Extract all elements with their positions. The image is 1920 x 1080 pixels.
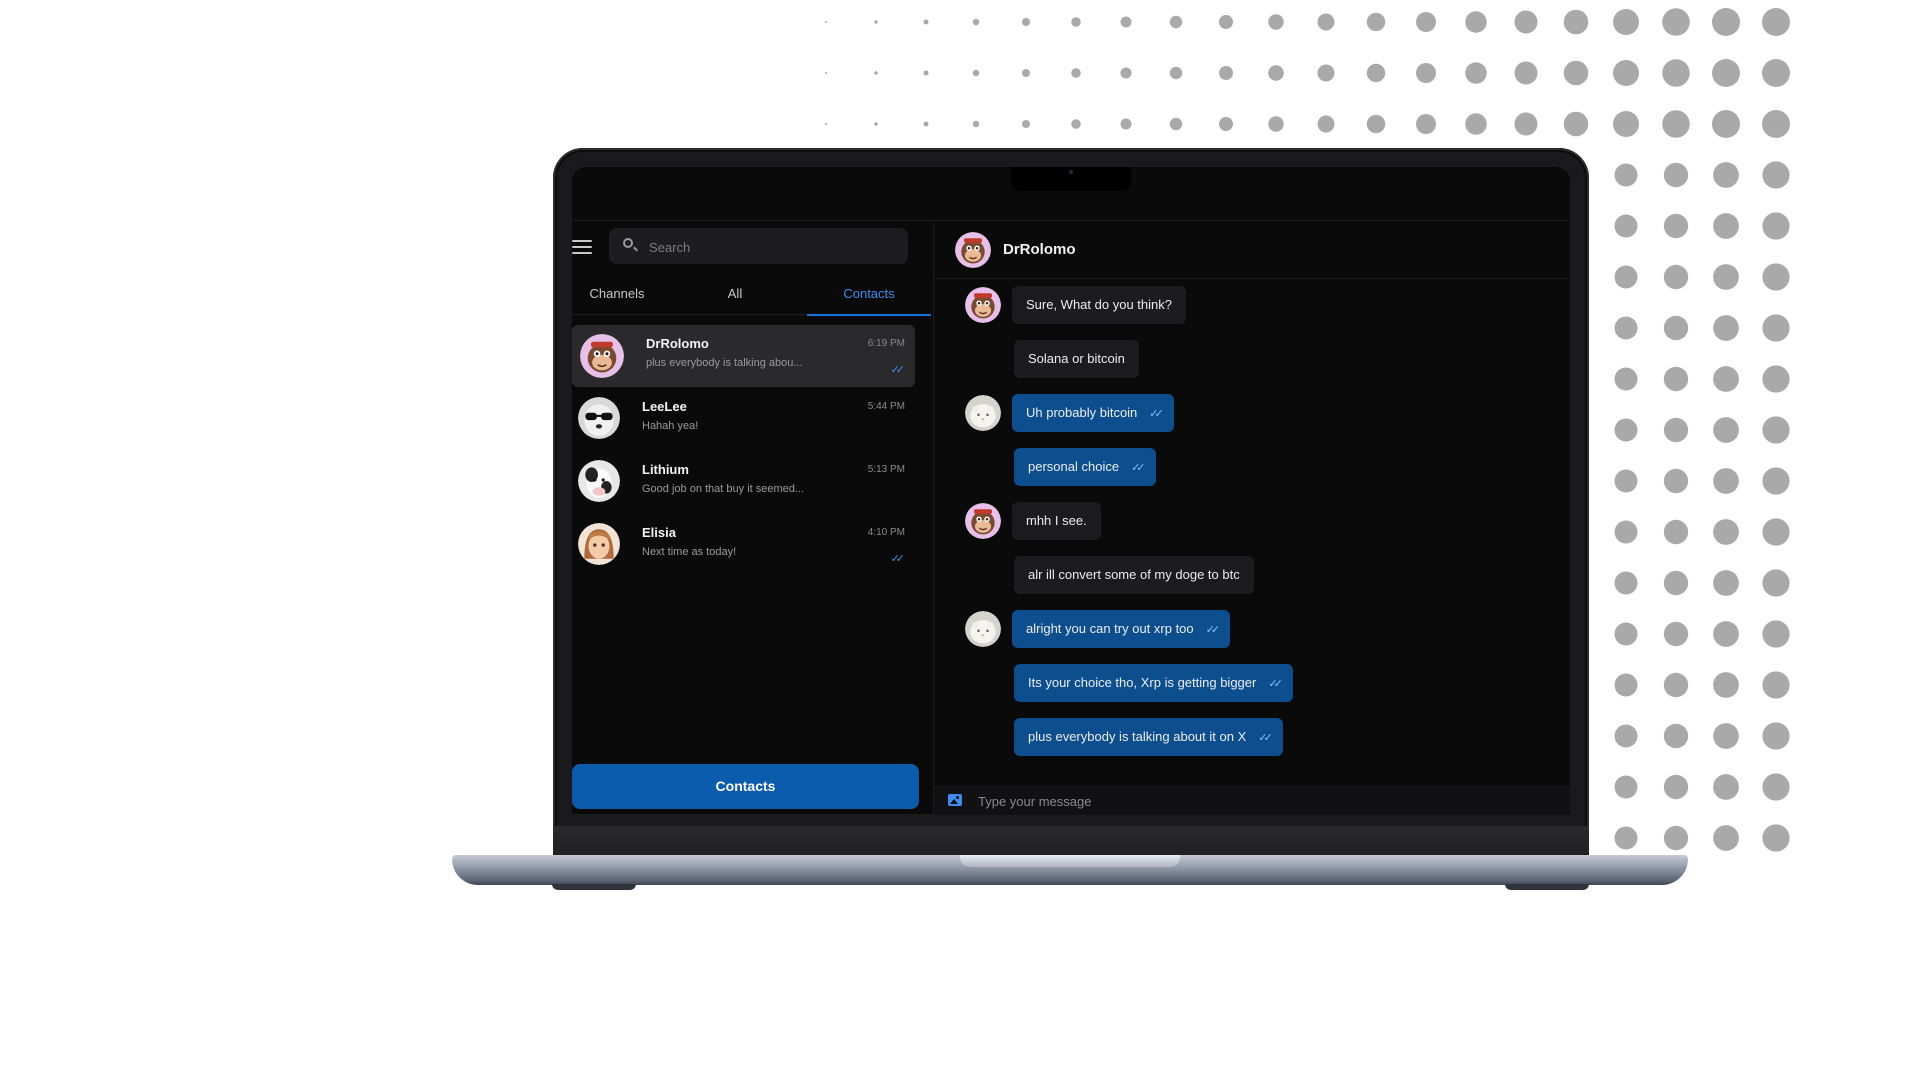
cat-avatar[interactable]: [965, 395, 1001, 431]
chat-header-divider: [934, 278, 1570, 279]
message-text: alright you can try out xrp too: [1026, 621, 1194, 636]
read-receipt-icon: ✓✓: [1149, 408, 1164, 420]
search-bar[interactable]: [609, 228, 908, 266]
incoming-message[interactable]: Solana or bitcoin: [1014, 340, 1139, 378]
contact-name: DrRolomo: [646, 336, 709, 351]
panel-divider: [933, 220, 934, 814]
read-receipt-icon: ✓✓: [1131, 462, 1146, 474]
chat-header-avatar[interactable]: [955, 232, 991, 268]
contact-preview: plus everybody is talking abou...: [646, 357, 803, 369]
contact-name: LeeLee: [642, 399, 687, 414]
message-text: Uh probably bitcoin: [1026, 405, 1138, 420]
contact-item[interactable]: Elisia Next time as today! 4:10 PM ✓✓: [572, 514, 915, 576]
message-text: mhh I see.: [1026, 513, 1087, 528]
contact-name: Lithium: [642, 462, 689, 477]
contact-preview: Next time as today!: [642, 546, 737, 558]
contact-preview: Hahah yea!: [642, 420, 699, 432]
contacts-button[interactable]: Contacts: [572, 764, 919, 809]
laptop-foot: [552, 884, 636, 890]
top-divider: [572, 220, 1570, 221]
lid-opening-notch: [960, 855, 1180, 867]
message-input[interactable]: [976, 787, 1540, 815]
tab-contacts[interactable]: Contacts: [807, 280, 931, 316]
incoming-message[interactable]: Sure, What do you think?: [1012, 286, 1186, 324]
hamburger-menu-icon[interactable]: [572, 240, 592, 256]
chat-header-name: DrRolomo: [1003, 241, 1076, 258]
camera-icon: [1069, 170, 1073, 174]
outgoing-message[interactable]: personal choice ✓✓: [1014, 448, 1156, 486]
read-receipt-icon: ✓✓: [1258, 732, 1273, 744]
contact-item[interactable]: DrRolomo plus everybody is talking abou..…: [572, 325, 915, 387]
contact-time: 6:19 PM: [867, 338, 905, 349]
contact-time: 4:10 PM: [867, 527, 905, 538]
search-icon: [623, 238, 633, 248]
dog-sunglasses-avatar: [578, 397, 620, 439]
laptop-foot: [1505, 884, 1589, 890]
message-text: Sure, What do you think?: [1026, 297, 1172, 312]
contact-preview: Good job on that buy it seemed...: [642, 483, 805, 495]
incoming-message[interactable]: alr ill convert some of my doge to btc: [1014, 556, 1254, 594]
cat-avatar[interactable]: [965, 611, 1001, 647]
read-receipt-icon: ✓✓: [890, 364, 906, 376]
monkey-avatar[interactable]: [965, 287, 1001, 323]
message-text: Solana or bitcoin: [1028, 351, 1125, 366]
read-receipt-icon: ✓✓: [1205, 624, 1221, 636]
search-input[interactable]: [647, 228, 901, 266]
monkey-avatar: [580, 334, 624, 378]
contact-time: 5:44 PM: [867, 401, 905, 412]
outgoing-message[interactable]: alright you can try out xrp too ✓✓: [1012, 610, 1231, 648]
contact-name: Elisia: [642, 525, 676, 540]
message-text: Its your choice tho, Xrp is getting bigg…: [1028, 675, 1257, 690]
message-text: alr ill convert some of my doge to btc: [1028, 567, 1240, 582]
outgoing-message[interactable]: plus everybody is talking about it on X ✓…: [1014, 718, 1283, 756]
message-text: plus everybody is talking about it on X: [1028, 729, 1247, 744]
outgoing-message[interactable]: Its your choice tho, Xrp is getting bigg…: [1014, 664, 1293, 702]
message-text: personal choice: [1028, 459, 1120, 474]
contact-item[interactable]: LeeLee Hahah yea! 5:44 PM: [572, 388, 915, 450]
tab-channels[interactable]: Channels: [572, 280, 662, 314]
contact-item[interactable]: Lithium Good job on that buy it seemed...…: [572, 451, 915, 513]
incoming-message[interactable]: mhh I see.: [1012, 502, 1101, 540]
monkey-avatar[interactable]: [965, 503, 1001, 539]
tab-all[interactable]: All: [690, 280, 780, 314]
message-composer: [934, 785, 1570, 815]
cow-avatar: [578, 460, 620, 502]
read-receipt-icon: ✓✓: [890, 553, 906, 565]
girl-avatar: [578, 523, 620, 565]
tab-bar: Channels All Contacts: [572, 280, 931, 316]
outgoing-message[interactable]: Uh probably bitcoin ✓✓: [1012, 394, 1174, 432]
read-receipt-icon: ✓✓: [1268, 678, 1283, 690]
image-attach-icon[interactable]: [948, 794, 962, 806]
contact-time: 5:13 PM: [867, 464, 905, 475]
